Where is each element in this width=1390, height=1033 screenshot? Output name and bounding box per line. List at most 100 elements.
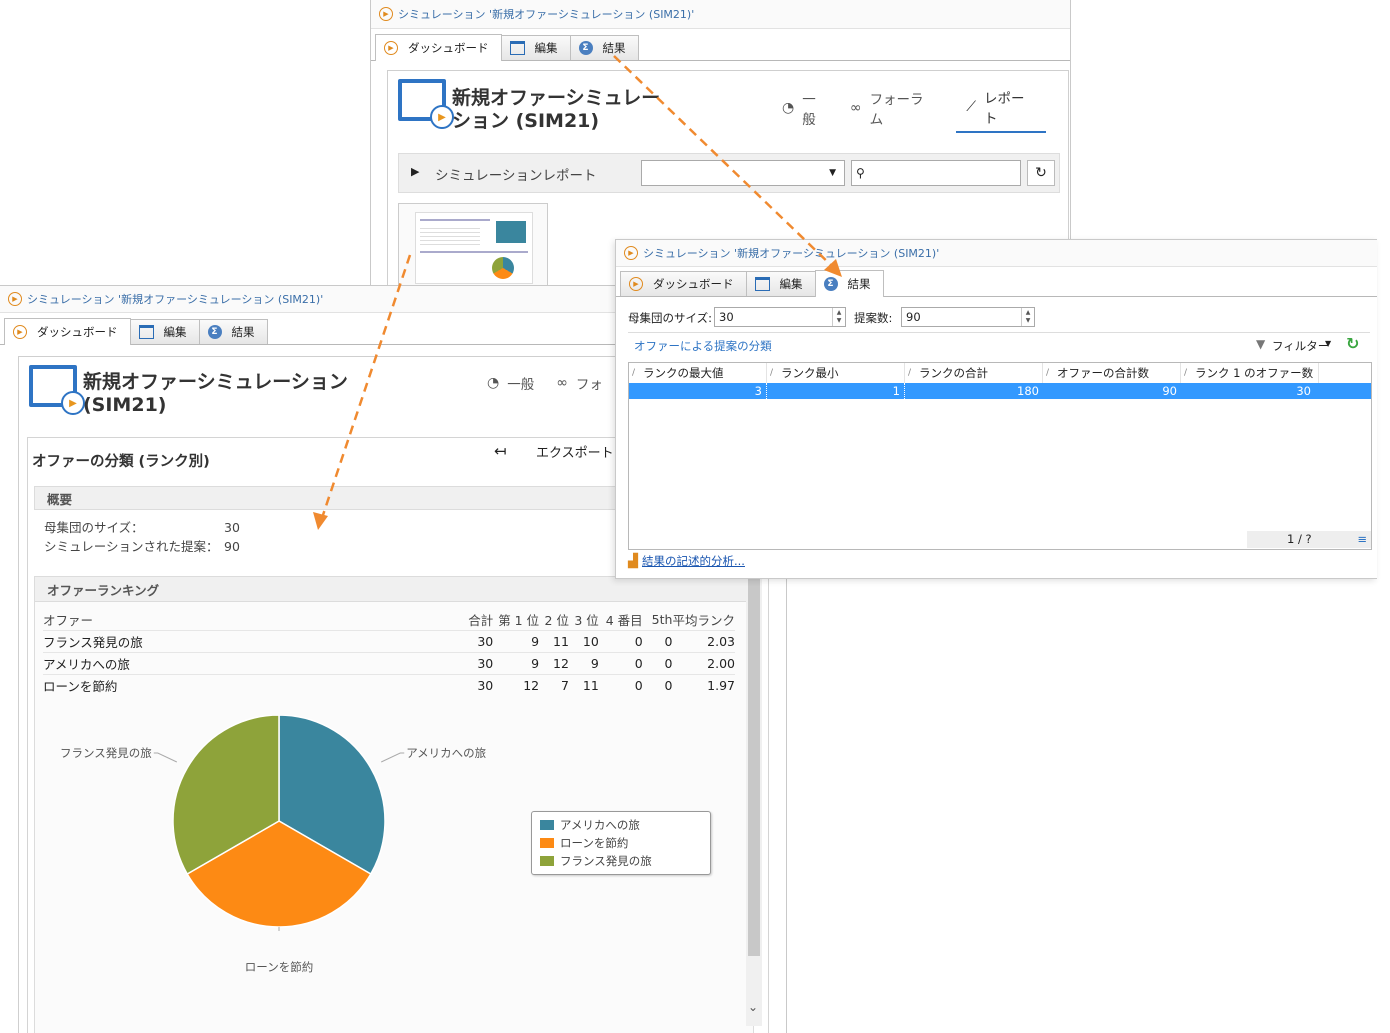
vertical-scrollbar[interactable]: ⌄ bbox=[746, 576, 762, 1026]
top-tabbar: ▶ ダッシュボード 編集 Σ 結果 bbox=[371, 33, 1070, 61]
section-link[interactable]: オファーによる提案の分類 bbox=[634, 338, 772, 354]
chevron-down-icon: ▼ bbox=[829, 168, 836, 178]
play-icon: ▶ bbox=[629, 277, 643, 291]
cell: 0 bbox=[664, 656, 673, 671]
col-rank4: 4 番目 bbox=[605, 613, 643, 628]
cell: 0 bbox=[664, 678, 673, 693]
cell: 11 bbox=[553, 634, 569, 649]
grid-cell: 1 bbox=[767, 383, 905, 399]
filter-button[interactable]: フィルター bbox=[1272, 338, 1329, 354]
tab-edit[interactable]: 編集 bbox=[500, 35, 571, 60]
summary-label: 母集団のサイズ： bbox=[44, 520, 144, 535]
tab-edit-label: 編集 bbox=[779, 277, 803, 291]
cell: 0 bbox=[634, 656, 643, 671]
ranking-table-header: オファー 合計 第 1 位 2 位 3 位 4 番目 5th 平均ランク bbox=[43, 609, 735, 631]
analysis-chart-icon: ▟ bbox=[628, 553, 638, 569]
proposals-label: 提案数: bbox=[854, 311, 893, 325]
tab-results[interactable]: Σ 結果 bbox=[569, 35, 639, 60]
results-body: 母集団のサイズ: 30 ▲ ▼ 提案数: 90 ▲ ▼ オファーによる提案の分類 ▼ フ… bbox=[616, 296, 1377, 578]
grid-cell: 3 bbox=[629, 383, 767, 399]
report-thumbnail[interactable] bbox=[398, 203, 548, 287]
simulation-icon: ▶ bbox=[8, 292, 22, 306]
chart-legend: アメリカへの旅 ローンを節約 フランス発見の旅 bbox=[531, 811, 711, 875]
legend-label: フランス発見の旅 bbox=[560, 854, 652, 868]
cell: 2.00 bbox=[707, 656, 735, 671]
nav-forum[interactable]: ∞ フォーラム bbox=[850, 88, 934, 132]
back-arrow-icon[interactable]: ↤ bbox=[494, 442, 507, 460]
results-tabbar: ▶ ダッシュボード 編集 Σ 結果 bbox=[616, 269, 1377, 297]
sigma-icon: Σ bbox=[207, 325, 222, 339]
summary-header: 概要 bbox=[34, 486, 648, 510]
columns-menu-icon[interactable]: ≡ bbox=[1357, 531, 1367, 548]
results-window: ▶ シミュレーション '新規オファーシミュレーション (SIM21)' ▶ ダッシ… bbox=[615, 239, 1377, 579]
population-value: 30 bbox=[719, 310, 734, 324]
expand-triangle-icon[interactable]: ▶ bbox=[411, 165, 419, 178]
thumbnail-preview bbox=[415, 212, 533, 284]
stepper-arrows-icon[interactable]: ▲ ▼ bbox=[832, 308, 845, 326]
ranking-title: オファーランキング bbox=[47, 582, 160, 598]
refresh-green-icon[interactable]: ↻ bbox=[1346, 334, 1359, 353]
tab-dashboard[interactable]: ▶ ダッシュボード bbox=[4, 318, 131, 345]
sigma-icon: Σ bbox=[578, 41, 593, 55]
nav-general-label: 一般 bbox=[802, 92, 816, 128]
tab-results[interactable]: Σ 結果 bbox=[198, 319, 268, 344]
legend-label: アメリカへの旅 bbox=[560, 818, 640, 832]
cell: 30 bbox=[477, 634, 494, 649]
dashboard-gauge-icon: ◔ bbox=[782, 100, 795, 116]
tab-edit-label: 編集 bbox=[534, 41, 558, 55]
forum-icon: ∞ bbox=[849, 100, 862, 116]
refresh-icon: ↻ bbox=[1035, 165, 1047, 181]
cell: 2.03 bbox=[707, 634, 735, 649]
col-offer: オファー bbox=[43, 613, 94, 628]
scroll-down-icon[interactable]: ⌄ bbox=[748, 1000, 758, 1014]
refresh-button[interactable]: ↻ bbox=[1027, 160, 1055, 186]
export-link[interactable]: エクスポート bbox=[536, 442, 614, 461]
filter-icon[interactable]: ▼ bbox=[1256, 337, 1265, 351]
tab-dashboard[interactable]: ▶ ダッシュボード bbox=[375, 34, 502, 61]
grid-cell: 90 bbox=[1162, 384, 1177, 398]
col-avg: 平均ランク bbox=[672, 613, 735, 628]
top-window-title: シミュレーション '新規オファーシミュレーション (SIM21)' bbox=[398, 8, 695, 21]
table-row: ローンを節約 30 12 7 11 0 0 1.97 bbox=[43, 674, 735, 697]
scrollbar-thumb[interactable] bbox=[748, 576, 760, 956]
analysis-link[interactable]: 結果の記述的分析... bbox=[642, 553, 745, 569]
cell: 1.97 bbox=[707, 678, 735, 693]
table-row: フランス発見の旅 30 9 11 10 0 0 2.03 bbox=[43, 630, 735, 653]
simulation-icon: ▶ bbox=[624, 246, 638, 260]
summary-title: 概要 bbox=[47, 491, 73, 507]
tab-results[interactable]: Σ 結果 bbox=[814, 270, 884, 297]
nav-forum-label: フォーラム bbox=[869, 92, 924, 128]
play-icon: ▶ bbox=[13, 325, 27, 339]
col-rank-sum: ランクの合計 bbox=[905, 363, 1043, 383]
report-row-label: シミュレーションレポート bbox=[435, 168, 597, 184]
legend-item: アメリカへの旅 bbox=[532, 816, 710, 834]
ranking-section: オファーランキング オファー 合計 第 1 位 2 位 3 位 4 番目 5th… bbox=[34, 576, 754, 1033]
pie-label: ローンを節約 bbox=[245, 960, 313, 974]
play-icon: ▶ bbox=[384, 41, 398, 55]
filter-dropdown-icon[interactable]: ▼ bbox=[1325, 339, 1331, 348]
left-nav: ◔ 一般 ∞ フォ bbox=[487, 373, 625, 397]
simulation-large-icon: ▶ bbox=[29, 365, 85, 415]
report-toolbar: ▶ シミュレーションレポート ▼ ⚲ ↻ bbox=[398, 153, 1060, 193]
nav-report[interactable]: ⟋ レポート bbox=[956, 87, 1046, 133]
pager: 1 / ? bbox=[1287, 532, 1312, 546]
report-dropdown[interactable]: ▼ bbox=[641, 160, 845, 186]
tab-edit[interactable]: 編集 bbox=[129, 319, 200, 344]
tab-edit[interactable]: 編集 bbox=[745, 271, 816, 296]
grid-row-selected[interactable]: 3 1 180 90 30 bbox=[629, 383, 1371, 399]
legend-label: ローンを節約 bbox=[560, 836, 629, 850]
page-title-line1: 新規オファーシミュレーション bbox=[83, 371, 348, 393]
table-row: アメリカへの旅 30 9 12 9 0 0 2.00 bbox=[43, 652, 735, 675]
search-input[interactable]: ⚲ bbox=[851, 160, 1021, 186]
nav-general[interactable]: ◔ 一般 bbox=[782, 88, 828, 132]
population-stepper[interactable]: 30 ▲ ▼ bbox=[714, 307, 846, 327]
stepper-arrows-icon[interactable]: ▲ ▼ bbox=[1021, 308, 1034, 326]
proposals-stepper[interactable]: 90 ▲ ▼ bbox=[901, 307, 1035, 327]
cell: 12 bbox=[553, 656, 569, 671]
tab-dashboard[interactable]: ▶ ダッシュボード bbox=[620, 271, 747, 296]
analysis-link-row[interactable]: ▟ 結果の記述的分析... bbox=[628, 553, 745, 569]
results-window-title: シミュレーション '新規オファーシミュレーション (SIM21)' bbox=[643, 247, 940, 260]
nav-forum[interactable]: ∞ フォ bbox=[556, 373, 603, 397]
nav-general[interactable]: ◔ 一般 bbox=[487, 373, 534, 397]
cell: 9 bbox=[531, 656, 540, 671]
